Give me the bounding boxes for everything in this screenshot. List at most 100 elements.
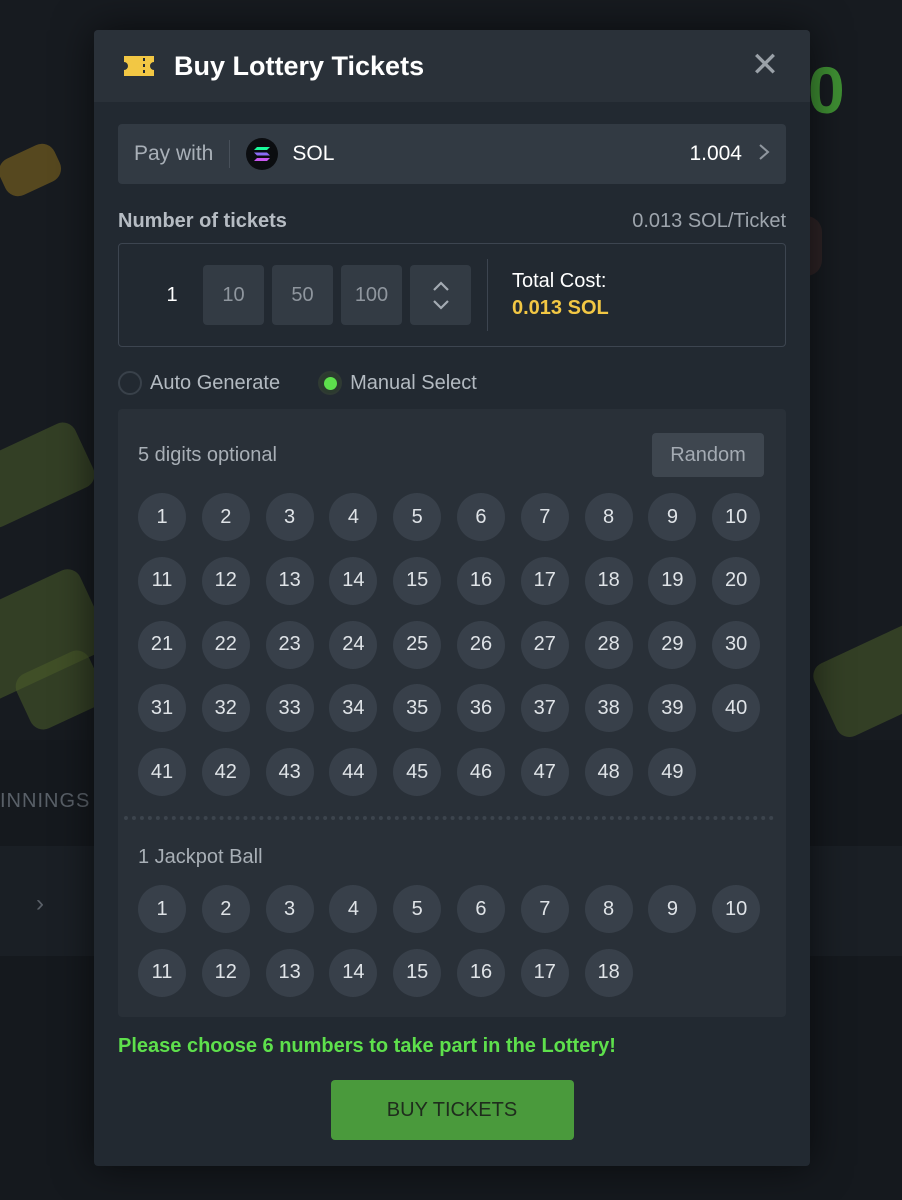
jackpot-number-ball[interactable]: 16 [456,948,505,997]
main-number-ball[interactable]: 27 [520,620,569,669]
divider [487,259,488,331]
dotted-divider [124,816,774,821]
auto-generate-label[interactable]: Auto Generate [150,372,280,395]
main-number-ball[interactable]: 4 [329,493,378,541]
main-number-ball[interactable]: 48 [584,748,633,797]
main-number-ball[interactable]: 5 [393,493,442,541]
buy-tickets-button[interactable]: BUY TICKETS [330,1080,574,1140]
main-number-ball[interactable]: 7 [520,493,569,541]
main-number-ball[interactable]: 44 [329,748,378,797]
main-number-ball[interactable]: 28 [584,620,633,669]
main-number-ball[interactable]: 24 [329,620,378,669]
jackpot-number-ball[interactable]: 4 [329,885,378,934]
jackpot-number-ball[interactable]: 14 [329,948,378,997]
jackpot-number-ball[interactable]: 5 [393,885,442,934]
random-button[interactable]: Random [652,433,764,477]
jackpot-number-ball[interactable]: 11 [138,948,186,997]
quantity-input[interactable]: 1 [141,284,203,307]
main-number-ball[interactable]: 42 [201,748,250,797]
preset-50-button[interactable]: 50 [272,265,333,325]
main-number-ball[interactable]: 31 [138,684,186,733]
jackpot-number-ball[interactable]: 2 [201,885,250,934]
main-number-ball[interactable]: 36 [456,684,505,733]
auto-generate-radio[interactable] [118,371,142,395]
main-number-ball[interactable]: 47 [520,748,569,797]
chevron-up-icon[interactable] [429,277,453,295]
modal-body: Pay with SOL 1.004 Number of tickets 0.0… [94,102,810,1140]
total-cost-value: 0.013 SOL [512,297,609,319]
main-number-ball[interactable]: 29 [648,620,697,669]
main-number-ball[interactable]: 18 [584,556,633,605]
ticket-quantity-box: 1 10 50 100 Total Cost: 0.013 SOL [118,243,786,347]
main-number-ball[interactable]: 20 [712,556,761,605]
main-number-ball[interactable]: 43 [265,748,314,797]
main-number-ball[interactable]: 1 [138,493,186,541]
divider [229,140,231,168]
jackpot-number-ball[interactable]: 3 [265,885,314,934]
main-number-ball[interactable]: 14 [329,556,378,605]
manual-select-label[interactable]: Manual Select [350,372,477,395]
main-number-ball[interactable]: 49 [648,748,697,797]
jackpot-balls-label: 1 Jackpot Ball [138,846,263,869]
jackpot-number-ball[interactable]: 18 [584,948,633,997]
close-button[interactable]: ✕ [750,48,780,82]
main-number-ball[interactable]: 13 [265,556,314,605]
jackpot-number-ball[interactable]: 17 [520,948,569,997]
main-number-ball[interactable]: 9 [648,493,697,541]
main-number-ball[interactable]: 8 [584,493,633,541]
main-number-ball[interactable]: 26 [456,620,505,669]
jackpot-number-ball[interactable]: 12 [201,948,250,997]
preset-100-button[interactable]: 100 [341,265,402,325]
ticket-price: 0.013 SOL/Ticket [632,210,786,232]
jackpot-number-ball[interactable]: 15 [393,948,442,997]
main-number-ball[interactable]: 2 [201,493,250,541]
main-number-ball[interactable]: 25 [393,620,442,669]
number-selection-panel: 5 digits optional Random 1 2 3 4 5 6 7 8 9 10 11 12… [118,409,786,1017]
main-number-ball[interactable]: 33 [265,684,314,733]
main-number-ball[interactable]: 40 [712,684,761,733]
preset-10-button[interactable]: 10 [203,265,264,325]
jackpot-number-ball[interactable]: 13 [265,948,314,997]
main-balls-header: 5 digits optional Random [138,433,764,477]
main-number-ball[interactable]: 23 [265,620,314,669]
main-number-ball[interactable]: 21 [138,620,186,669]
pay-with-selector[interactable]: Pay with SOL 1.004 [118,124,786,184]
main-number-ball[interactable]: 16 [456,556,505,605]
main-number-ball[interactable]: 37 [520,684,569,733]
main-number-ball[interactable]: 39 [648,684,697,733]
main-number-ball[interactable]: 3 [265,493,314,541]
chevron-right-icon: › [36,890,44,917]
main-number-ball[interactable]: 34 [329,684,378,733]
main-number-ball[interactable]: 38 [584,684,633,733]
jackpot-number-ball[interactable]: 1 [138,885,186,934]
chevron-right-icon [758,141,770,167]
selection-mode: Auto Generate Manual Select [118,371,786,395]
main-number-ball[interactable]: 46 [456,748,505,797]
main-number-ball[interactable]: 11 [138,556,186,605]
main-number-ball[interactable]: 32 [201,684,250,733]
main-number-ball[interactable]: 19 [648,556,697,605]
jackpot-number-ball[interactable]: 7 [520,885,569,934]
pay-token-name: SOL [292,142,335,165]
main-number-ball[interactable]: 6 [456,493,505,541]
main-number-ball[interactable]: 10 [712,493,761,541]
main-ball-grid: 1 2 3 4 5 6 7 8 9 10 11 12 13 14 15 16 17 18 19 20 21 22 23 24 2… [138,493,764,797]
main-number-ball[interactable]: 35 [393,684,442,733]
background-jackpot-digit: 0 [808,53,845,127]
main-number-ball[interactable]: 45 [393,748,442,797]
main-number-ball[interactable]: 15 [393,556,442,605]
main-number-ball[interactable]: 22 [201,620,250,669]
main-number-ball[interactable]: 12 [201,556,250,605]
main-number-ball[interactable]: 41 [138,748,186,797]
chevron-down-icon[interactable] [429,295,453,313]
tickets-header: Number of tickets 0.013 SOL/Ticket [118,210,786,233]
manual-select-radio[interactable] [318,371,343,395]
jackpot-number-ball[interactable]: 6 [456,885,505,934]
jackpot-ball-grid: 1 2 3 4 5 6 7 8 9 10 11 12 13 14 15 16 17 18 [138,885,764,997]
jackpot-number-ball[interactable]: 9 [648,885,697,934]
main-number-ball[interactable]: 30 [712,620,761,669]
modal-header: Buy Lottery Tickets ✕ [94,30,810,102]
jackpot-number-ball[interactable]: 10 [712,885,761,934]
main-number-ball[interactable]: 17 [520,556,569,605]
jackpot-number-ball[interactable]: 8 [584,885,633,934]
